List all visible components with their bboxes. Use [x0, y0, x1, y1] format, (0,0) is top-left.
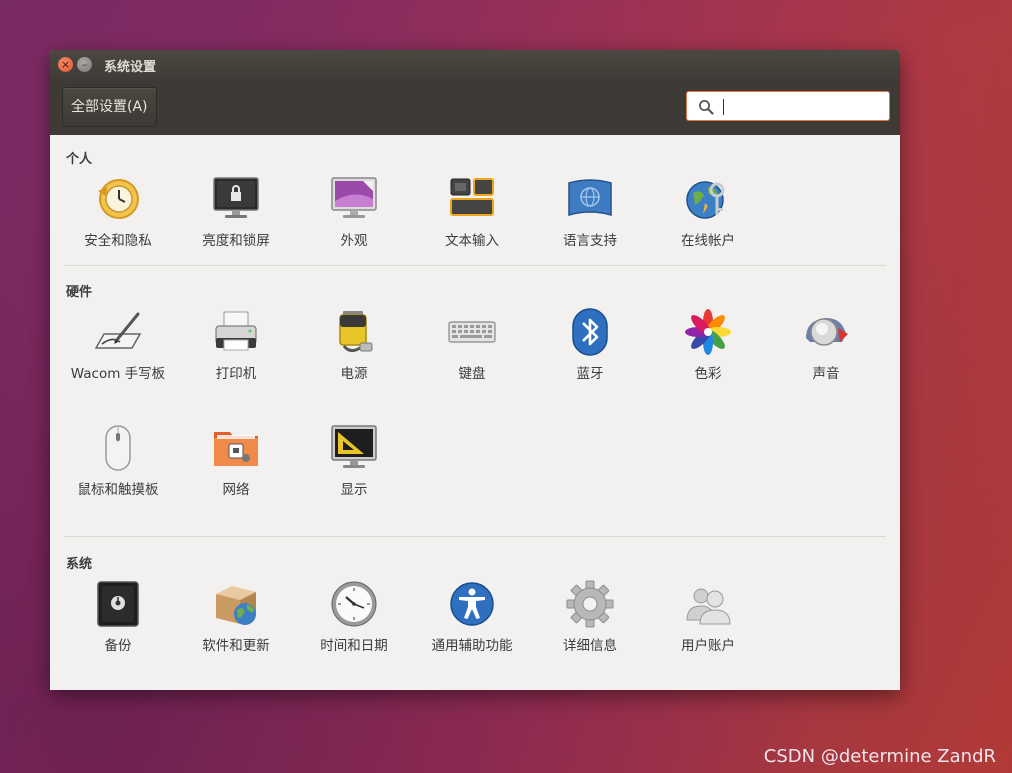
- security-privacy-icon: [98, 179, 139, 219]
- minimize-window-button[interactable]: –: [77, 57, 92, 72]
- section-title-personal: 个人: [66, 152, 93, 167]
- item-network[interactable]: 网络: [177, 424, 295, 500]
- toolbar: 全部设置(A): [50, 80, 900, 135]
- item-label: 语言支持: [563, 233, 617, 249]
- window-title: 系统设置: [104, 60, 157, 75]
- close-window-button[interactable]: ×: [58, 57, 73, 72]
- item-label: 电源: [340, 366, 368, 382]
- item-label: 在线帐户: [681, 233, 735, 249]
- item-label: 亮度和锁屏: [202, 233, 270, 249]
- item-label: 软件和更新: [202, 638, 270, 654]
- item-security-privacy[interactable]: 安全和隐私: [59, 175, 177, 251]
- item-label: 通用辅助功能: [431, 638, 513, 654]
- universal-access-icon: [450, 582, 494, 626]
- item-mouse-touchpad[interactable]: 鼠标和触摸板: [59, 424, 177, 500]
- item-label: 网络: [222, 482, 250, 498]
- wacom-tablet-icon: [94, 312, 142, 349]
- item-user-accounts[interactable]: 用户账户: [649, 580, 767, 656]
- item-universal-access[interactable]: 通用辅助功能: [413, 580, 531, 656]
- item-brightness-lock[interactable]: 亮度和锁屏: [177, 175, 295, 251]
- display-icon: [331, 425, 377, 468]
- item-label: 键盘: [458, 366, 486, 382]
- item-label: 详细信息: [563, 638, 617, 654]
- item-label: 色彩: [694, 366, 722, 382]
- text-entry-icon: [450, 178, 494, 216]
- item-language-support[interactable]: 语言支持: [531, 175, 649, 251]
- item-printer[interactable]: 打印机: [177, 308, 295, 384]
- brightness-lock-icon: [213, 177, 259, 218]
- item-label: 声音: [812, 366, 840, 382]
- software-updates-icon: [216, 586, 256, 625]
- section-title-system: 系统: [66, 557, 93, 572]
- online-accounts-icon: [686, 181, 725, 219]
- item-label: 用户账户: [681, 638, 735, 654]
- search-icon: [699, 100, 714, 115]
- time-date-icon: [331, 581, 377, 627]
- item-time-date[interactable]: 时间和日期: [295, 580, 413, 656]
- item-sound[interactable]: 声音: [767, 308, 885, 384]
- printer-icon: [215, 311, 257, 351]
- item-label: 安全和隐私: [84, 233, 152, 249]
- settings-window: × – 系统设置 全部设置(A) 个人 安全和隐私 亮度和锁屏 外观 文本输入 …: [50, 50, 900, 690]
- item-label: 文本输入: [445, 233, 499, 249]
- item-label: 显示: [340, 482, 368, 498]
- settings-content: 个人 安全和隐私 亮度和锁屏 外观 文本输入 语言支持 在线帐户 硬件 Waco…: [50, 135, 900, 690]
- item-backup[interactable]: 备份: [59, 580, 177, 656]
- item-display[interactable]: 显示: [295, 424, 413, 500]
- item-label: 鼠标和触摸板: [77, 482, 159, 498]
- mouse-touchpad-icon: [105, 425, 131, 471]
- item-power[interactable]: 电源: [295, 308, 413, 384]
- item-keyboard[interactable]: 键盘: [413, 308, 531, 384]
- minimize-icon: –: [81, 58, 88, 71]
- section-divider: [64, 536, 886, 537]
- item-online-accounts[interactable]: 在线帐户: [649, 175, 767, 251]
- color-icon: [685, 309, 731, 355]
- bluetooth-icon: [572, 308, 608, 356]
- item-software-updates[interactable]: 软件和更新: [177, 580, 295, 656]
- all-settings-button[interactable]: 全部设置(A): [62, 87, 157, 127]
- details-icon: [566, 580, 614, 628]
- item-label: 外观: [340, 233, 368, 249]
- section-title-hardware: 硬件: [66, 285, 93, 300]
- item-label: Wacom 手写板: [70, 366, 166, 382]
- user-accounts-icon: [686, 588, 731, 625]
- item-label: 时间和日期: [320, 638, 388, 654]
- backup-icon: [97, 581, 139, 627]
- text-caret: [723, 99, 724, 115]
- item-wacom-tablet[interactable]: Wacom 手写板: [59, 308, 177, 384]
- appearance-icon: [331, 177, 377, 218]
- section-divider: [64, 265, 886, 266]
- item-appearance[interactable]: 外观: [295, 175, 413, 251]
- watermark-text: CSDN @determine ZandR: [763, 746, 996, 767]
- item-label: 备份: [104, 638, 132, 654]
- window-titlebar[interactable]: × – 系统设置: [50, 50, 900, 80]
- item-color[interactable]: 色彩: [649, 308, 767, 384]
- item-bluetooth[interactable]: 蓝牙: [531, 308, 649, 384]
- network-icon: [214, 432, 258, 466]
- item-details[interactable]: 详细信息: [531, 580, 649, 656]
- search-input[interactable]: [686, 91, 890, 121]
- language-support-icon: [568, 179, 612, 216]
- item-label: 打印机: [215, 366, 257, 382]
- item-label: 蓝牙: [576, 366, 604, 382]
- keyboard-icon: [448, 321, 496, 343]
- sound-icon: [806, 318, 848, 346]
- close-icon: ×: [60, 58, 71, 71]
- power-icon: [339, 311, 373, 353]
- item-text-entry[interactable]: 文本输入: [413, 175, 531, 251]
